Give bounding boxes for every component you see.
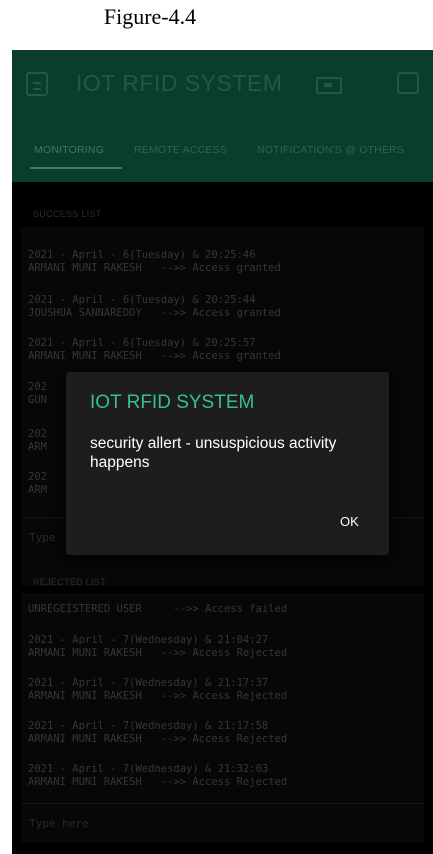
terminal-line: ARMANI MUNI RAKESH -->> Access granted (28, 262, 281, 274)
terminal-line: ARMANI MUNI RAKESH -->> Access Rejected (28, 647, 288, 659)
terminal-line: 2021 - April - 6(Tuesday) & 20:25:57 (28, 337, 256, 349)
terminal-line: GUN (28, 394, 47, 406)
dialog-message: security allert - unsuspicious activity … (90, 435, 337, 471)
terminal-line: JOUSHUA SANNAREDDY -->> Access granted (28, 307, 281, 319)
active-tab-indicator (30, 167, 122, 169)
battery-icon[interactable] (316, 77, 342, 94)
tab-monitoring[interactable]: MONITORING (34, 144, 104, 156)
rejected-list-input[interactable]: Type here (21, 803, 424, 843)
terminal-line: ARMANI MUNI RAKESH -->> Access Rejected (28, 690, 288, 702)
terminal-line: ARMANI MUNI RAKESH -->> Access Rejected (28, 733, 288, 745)
terminal-line: ARMANI MUNI RAKESH -->> Access Rejected (28, 776, 288, 788)
rejected-list-label: REJECTED LIST (33, 577, 106, 587)
square-icon[interactable] (397, 72, 419, 94)
tab-remote-access[interactable]: REMOTE ACCESS (134, 144, 227, 156)
tab-notifications-others[interactable]: NOTIFICATION'S @ OTHERS (257, 144, 404, 156)
terminal-line: 2021 - April - 7(Wednesday) & 21:32:03 (28, 763, 269, 775)
tab-bar: MONITORING REMOTE ACCESS NOTIFICATION'S … (12, 130, 433, 170)
toolbar: IOT RFID SYSTEM (12, 50, 433, 116)
terminal-line: 2021 - April - 6(Tuesday) & 20:25:44 (28, 294, 256, 306)
terminal-line: 2021 - April - 7(Wednesday) & 21:17:58 (28, 720, 269, 732)
terminal-line: 202 (28, 381, 47, 393)
terminal-line: 202 (28, 428, 47, 440)
terminal-line: UNREGEISTERED USER -->> Access failed (28, 603, 288, 615)
terminal-line: 2021 - April - 7(Wednesday) & 21:17:37 (28, 677, 269, 689)
rejected-list-terminal: UNREGEISTERED USER -->> Access failed 20… (21, 593, 424, 843)
terminal-line: 202 (28, 471, 47, 483)
terminal-line: ARM (28, 441, 47, 453)
app-header: IOT RFID SYSTEM MONITORING REMOTE ACCESS… (12, 50, 433, 182)
dialog-title: IOT RFID SYSTEM (90, 392, 255, 413)
exit-icon[interactable] (26, 72, 48, 96)
alert-dialog: IOT RFID SYSTEM security allert - unsusp… (66, 372, 389, 555)
terminal-line: 2021 - April - 6(Tuesday) & 20:25:46 (28, 249, 256, 261)
ok-button[interactable]: OK (334, 510, 365, 533)
success-list-label: SUCCESS LIST (33, 209, 102, 219)
terminal-line: ARMANI MUNI RAKESH -->> Access granted (28, 350, 281, 362)
phone-screen: IOT RFID SYSTEM MONITORING REMOTE ACCESS… (12, 50, 433, 854)
terminal-line: ARM (28, 484, 47, 496)
terminal-line: 2021 - April - 7(Wednesday) & 21:04:27 (28, 634, 269, 646)
figure-caption: Figure-4.4 (103, 4, 197, 29)
app-title: IOT RFID SYSTEM (76, 70, 283, 96)
